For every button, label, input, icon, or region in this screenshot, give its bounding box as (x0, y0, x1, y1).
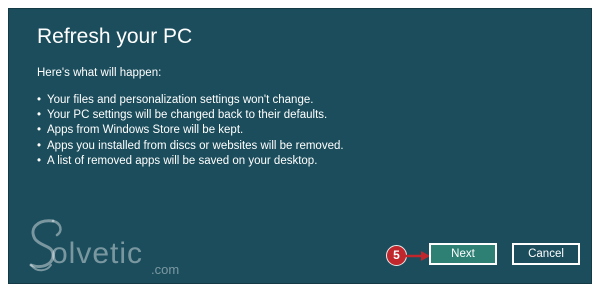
list-item: • A list of removed apps will be saved on… (37, 154, 344, 169)
list-item: • Apps from Windows Store will be kept. (37, 123, 344, 138)
bullet-icon: • (37, 94, 42, 106)
bullet-icon: • (37, 154, 42, 167)
list-item: • Your files and personalization settings… (37, 93, 344, 108)
step-number-badge: 5 (386, 245, 407, 266)
list-item-text: Your PC settings will be changed back to… (47, 109, 328, 122)
list-item-text: Apps you installed from discs or website… (47, 139, 344, 152)
cancel-button[interactable]: Cancel (512, 243, 580, 265)
step-arrow-icon (405, 251, 430, 261)
solvetic-watermark: olvetic .com (23, 215, 193, 279)
changes-list: • Your files and personalization settings… (37, 93, 344, 169)
dialog-title: Refresh your PC (37, 25, 193, 48)
list-item-text: Apps from Windows Store will be kept. (47, 124, 244, 137)
bullet-icon: • (37, 139, 42, 152)
list-item-text: Your files and personalization settings … (47, 94, 314, 106)
bullet-icon: • (37, 124, 42, 137)
bullet-icon: • (37, 109, 42, 122)
list-item-text: A list of removed apps will be saved on … (47, 154, 318, 167)
watermark-suffix: .com (151, 262, 180, 277)
next-button[interactable]: Next (429, 243, 497, 265)
refresh-pc-dialog: Refresh your PC Here's what will happen:… (8, 8, 592, 284)
list-item: • Your PC settings will be changed back t… (37, 108, 344, 123)
list-item: • Apps you installed from discs or websit… (37, 139, 344, 154)
dialog-subtitle: Here's what will happen: (37, 67, 162, 79)
watermark-brand: olvetic (51, 237, 144, 270)
